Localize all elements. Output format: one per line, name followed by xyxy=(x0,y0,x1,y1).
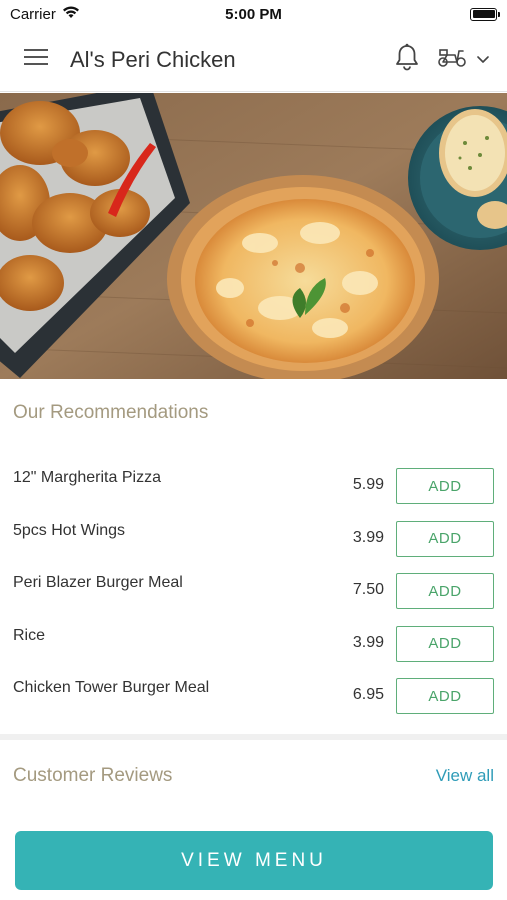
recommendations-list: 12" Margherita Pizza 5.99 ADD 5pcs Hot W… xyxy=(0,458,507,721)
view-all-reviews-link[interactable]: View all xyxy=(436,766,494,786)
section-divider xyxy=(0,734,507,740)
scooter-icon xyxy=(437,46,467,73)
menu-icon xyxy=(24,48,48,71)
item-price: 3.99 xyxy=(352,633,384,651)
notifications-button[interactable] xyxy=(387,40,427,80)
item-price: 3.99 xyxy=(352,528,384,546)
battery-icon xyxy=(470,7,500,21)
item-price: 6.95 xyxy=(352,686,384,703)
item-name: 12" Margherita Pizza xyxy=(13,469,161,486)
reviews-title: Customer Reviews xyxy=(13,765,173,786)
add-button[interactable]: ADD xyxy=(396,678,494,714)
delivery-mode-selector[interactable] xyxy=(437,40,489,80)
item-price: 7.50 xyxy=(352,581,384,598)
carrier-label: Carrier xyxy=(10,5,56,23)
item-name: Rice xyxy=(13,626,46,644)
list-item: Peri Blazer Burger Meal 7.50 ADD xyxy=(0,563,507,616)
wifi-icon xyxy=(62,5,80,23)
list-item: Rice 3.99 ADD xyxy=(0,616,507,669)
menu-button[interactable] xyxy=(14,38,58,82)
add-button[interactable]: ADD xyxy=(396,468,494,504)
chevron-down-icon xyxy=(477,51,489,69)
item-name: 5pcs Hot Wings xyxy=(13,521,126,539)
item-name: Peri Blazer Burger Meal xyxy=(13,574,183,591)
hero-image xyxy=(0,93,507,379)
status-left: Carrier xyxy=(10,5,80,23)
list-item: Chicken Tower Burger Meal 6.95 ADD xyxy=(0,668,507,721)
item-price: 5.99 xyxy=(352,476,384,493)
add-button[interactable]: ADD xyxy=(396,520,494,557)
page-title: Al's Peri Chicken xyxy=(70,46,236,72)
bell-icon xyxy=(395,43,419,76)
add-button[interactable]: ADD xyxy=(396,625,494,662)
view-menu-button[interactable]: VIEW MENU xyxy=(15,831,493,890)
item-name: Chicken Tower Burger Meal xyxy=(13,679,210,696)
app-header: Al's Peri Chicken xyxy=(0,28,507,92)
list-item: 5pcs Hot Wings 3.99 ADD xyxy=(0,511,507,564)
list-item: 12" Margherita Pizza 5.99 ADD xyxy=(0,458,507,511)
recommendations-title: Our Recommendations xyxy=(13,402,209,423)
add-button[interactable]: ADD xyxy=(396,573,494,609)
status-bar: Carrier 5:00 PM xyxy=(0,0,507,28)
